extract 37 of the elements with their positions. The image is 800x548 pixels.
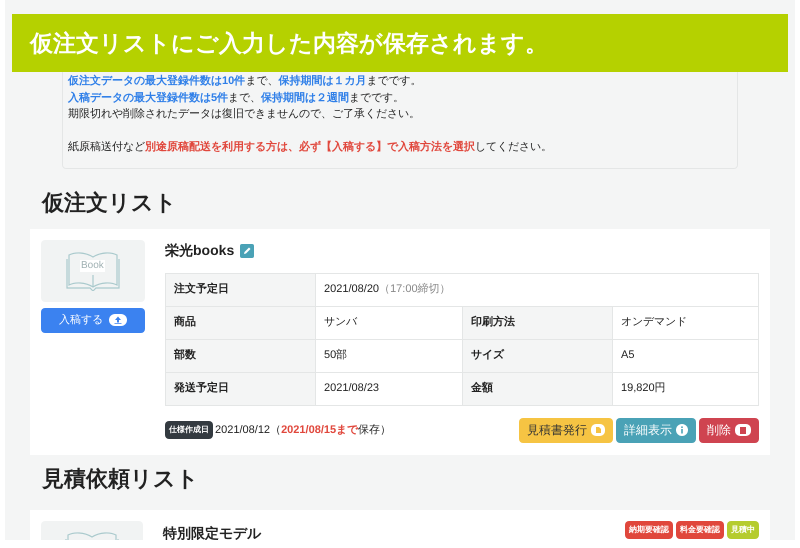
table-cell: サンバ [316,306,462,339]
notice-text: 仮注文データの最大登録件数は10件 まで、保持期間は１カ月 までです。 [68,74,422,89]
field-label: 発送予定日 [166,372,316,405]
status-tag: 料金要確認 [676,520,724,538]
field-label: 商品 [166,306,316,339]
field-label: 金額 [462,372,612,405]
detail-button[interactable]: 詳細表示 [616,418,696,442]
card-title: 栄光books [165,241,234,260]
document-icon [591,424,605,436]
info-icon [676,424,688,436]
table-cell: 2021/08/23 [316,372,462,405]
field-label: サイズ [462,339,612,372]
table-cell: オンデマンド [612,306,758,339]
field-label: 部数 [166,339,316,372]
table-cell: A5 [612,339,758,372]
notice-text: 期限切れや削除されたデータは復旧できませんので、ご了承ください。 [68,107,421,122]
field-label: 印刷方法 [462,306,612,339]
card-title: 特別限定モデル [163,524,261,540]
notice-text: 入稿データの最大登録件数は5件まで、保持期間は２週間 までです。 [68,90,406,106]
field-label: 注文予定日 [166,273,316,306]
status-tag: 見積中 [727,520,759,538]
upload-button[interactable]: 入稿する [41,308,145,332]
upload-icon [109,314,127,326]
status-tag: 納期要確認 [625,520,673,538]
table-cell: 50部 [316,339,462,372]
table-cell: 19,820円 [612,372,758,405]
created-badge: 仕様作成日 [165,421,213,439]
book-label: Book [80,260,105,272]
section-heading: 仮注文リスト [42,188,178,216]
notice-text: 紙原稿送付など別途原稿配送を利用する方は、必ず【入稿する】で入稿方法を選択してください。 [68,140,553,155]
section-heading: 見積依頼リスト [42,464,200,492]
delete-button[interactable]: 削除 [699,418,759,442]
table-cell: 2021/08/20（17:00締切） [316,273,758,306]
created-date-text: 2021/08/12（2021/08/15まで保存） [215,422,392,438]
quote-button[interactable]: 見積書発行 [519,418,613,442]
banner-title: 仮注文リストにご入力した内容が保存されます。 [30,28,548,58]
edit-icon[interactable] [240,244,254,258]
